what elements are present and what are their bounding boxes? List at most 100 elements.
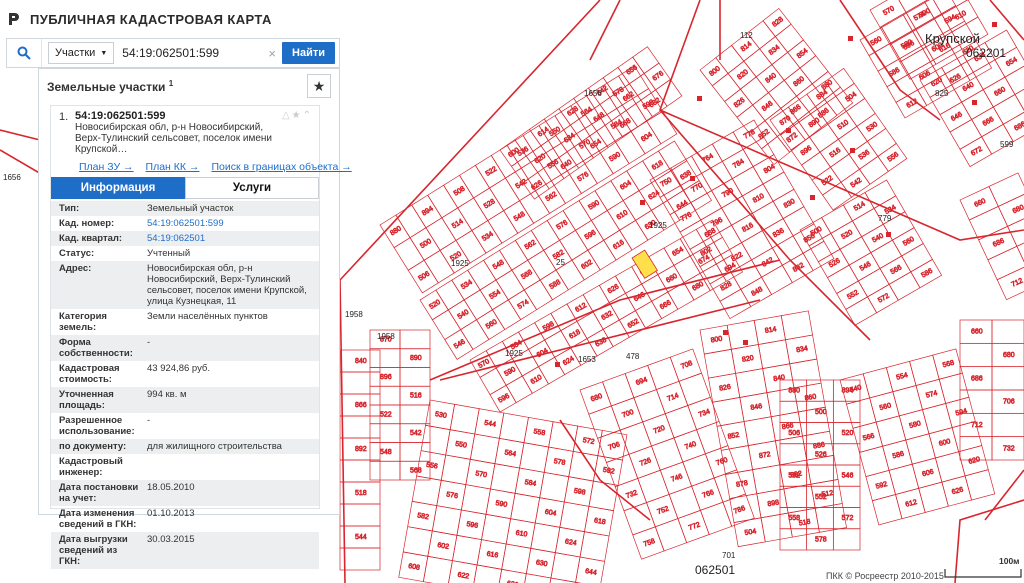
svg-text:624: 624 bbox=[564, 538, 577, 547]
svg-text:870: 870 bbox=[779, 115, 793, 127]
info-key: Тип: bbox=[59, 203, 80, 214]
svg-text:610: 610 bbox=[954, 10, 968, 22]
tab-services[interactable]: Услуги bbox=[185, 177, 319, 199]
svg-text:890: 890 bbox=[808, 117, 822, 129]
svg-text:886: 886 bbox=[813, 442, 826, 451]
star-icon[interactable]: ★ bbox=[307, 74, 331, 98]
info-row: Категория земель: Земли населённых пункто… bbox=[51, 309, 319, 335]
tab-info[interactable]: Информация bbox=[51, 177, 185, 199]
link-plan-zu[interactable]: План ЗУ → bbox=[79, 161, 134, 173]
search-bar: Участки ▼ 54:19:062501:599 × Найти bbox=[6, 38, 340, 68]
info-value: Земельный участок bbox=[147, 203, 234, 214]
svg-text:540: 540 bbox=[871, 232, 885, 244]
svg-text:590: 590 bbox=[503, 366, 517, 378]
svg-text:500: 500 bbox=[810, 226, 824, 238]
svg-text:520: 520 bbox=[842, 430, 854, 437]
svg-text:500: 500 bbox=[815, 409, 827, 416]
svg-text:816: 816 bbox=[741, 222, 755, 234]
search-input[interactable]: 54:19:062501:599 bbox=[122, 43, 268, 63]
svg-text:760: 760 bbox=[715, 457, 728, 468]
svg-text:686: 686 bbox=[971, 375, 983, 382]
info-table: Тип: Земельный участок Кад. номер: 54:19:06… bbox=[51, 201, 319, 569]
card-actions-icon[interactable]: △★⌃ bbox=[282, 110, 313, 121]
svg-text:598: 598 bbox=[573, 488, 586, 497]
svg-text:608: 608 bbox=[408, 563, 421, 572]
svg-text:840: 840 bbox=[773, 374, 786, 383]
result-address: Новосибирская обл, р-н Новосибирский, Ве… bbox=[75, 122, 273, 155]
svg-text:520: 520 bbox=[840, 229, 854, 241]
svg-text:600: 600 bbox=[938, 438, 951, 448]
info-value: 30.03.2015 bbox=[147, 534, 195, 545]
link-search-bounds[interactable]: Поиск в границах объекта → bbox=[211, 161, 351, 173]
svg-text:590: 590 bbox=[608, 151, 622, 163]
svg-text:826: 826 bbox=[719, 384, 732, 393]
svg-text:612: 612 bbox=[905, 499, 918, 509]
svg-text:654: 654 bbox=[589, 138, 603, 150]
svg-text:616: 616 bbox=[612, 239, 626, 251]
info-key: Дата выгрузки сведений из ГКН: bbox=[59, 534, 128, 567]
info-key: Форма собственности: bbox=[59, 337, 133, 359]
svg-text:570: 570 bbox=[882, 5, 896, 17]
svg-text:828: 828 bbox=[720, 281, 734, 293]
svg-text:746: 746 bbox=[670, 473, 683, 484]
svg-text:706: 706 bbox=[608, 441, 621, 452]
svg-text:504: 504 bbox=[744, 528, 757, 537]
svg-text:584: 584 bbox=[524, 479, 537, 488]
svg-text:734: 734 bbox=[698, 408, 711, 419]
info-value[interactable]: 54:19:062501:599 bbox=[139, 218, 319, 229]
svg-text:500: 500 bbox=[419, 238, 433, 250]
svg-text:686: 686 bbox=[992, 237, 1006, 248]
svg-text:540: 540 bbox=[849, 384, 862, 394]
svg-text:672: 672 bbox=[970, 146, 984, 158]
chevron-down-icon: ▼ bbox=[100, 49, 108, 57]
info-row: Разрешенное использование: - bbox=[51, 413, 319, 439]
svg-text:570: 570 bbox=[475, 470, 488, 479]
svg-text:840: 840 bbox=[355, 358, 367, 365]
svg-text:566: 566 bbox=[890, 264, 904, 276]
scale-label: 100м bbox=[999, 556, 1020, 566]
svg-text:848: 848 bbox=[750, 286, 764, 298]
svg-text:560: 560 bbox=[485, 318, 499, 330]
svg-text:568: 568 bbox=[520, 269, 534, 281]
scope-select[interactable]: Участки ▼ bbox=[48, 42, 115, 64]
find-button[interactable]: Найти bbox=[282, 42, 335, 64]
svg-text:712: 712 bbox=[1011, 277, 1024, 288]
svg-text:820: 820 bbox=[736, 69, 750, 82]
svg-text:526: 526 bbox=[828, 257, 842, 269]
svg-text:544: 544 bbox=[355, 534, 367, 541]
svg-text:522: 522 bbox=[485, 166, 499, 178]
svg-text:548: 548 bbox=[513, 211, 527, 223]
svg-text:660: 660 bbox=[993, 86, 1007, 98]
svg-text:778: 778 bbox=[743, 129, 757, 141]
info-key: Кадастровый инженер: bbox=[59, 456, 123, 478]
link-plan-kk[interactable]: План КК → bbox=[146, 161, 200, 173]
svg-text:618: 618 bbox=[568, 329, 582, 341]
info-row: Кадастровая стоимость: 43 924,86 руб. bbox=[51, 361, 319, 387]
svg-text:562: 562 bbox=[524, 239, 538, 251]
search-icon[interactable] bbox=[7, 39, 42, 67]
info-row: Адрес: Новосибирская обл, р-н Новосибирск… bbox=[51, 261, 319, 309]
parcel-label: 1656 bbox=[3, 173, 21, 182]
result-card[interactable]: 1. 54:19:062501:599 Новосибирская обл, р… bbox=[50, 105, 352, 569]
svg-text:574: 574 bbox=[925, 390, 938, 400]
svg-text:530: 530 bbox=[865, 121, 879, 133]
svg-text:560: 560 bbox=[902, 236, 916, 248]
svg-text:784: 784 bbox=[732, 158, 746, 170]
info-row: Дата изменения сведений в ГКН: 01.10.2013 bbox=[51, 506, 319, 532]
svg-text:648: 648 bbox=[592, 111, 606, 123]
svg-text:606: 606 bbox=[921, 468, 934, 478]
svg-text:594: 594 bbox=[955, 408, 968, 418]
svg-text:506: 506 bbox=[417, 270, 431, 282]
info-value: - bbox=[147, 337, 151, 348]
svg-text:534: 534 bbox=[481, 231, 495, 243]
svg-text:886: 886 bbox=[817, 107, 831, 120]
svg-text:564: 564 bbox=[580, 106, 594, 118]
info-row: Кад. номер: 54:19:062501:599 bbox=[51, 216, 319, 231]
svg-text:758: 758 bbox=[643, 538, 656, 549]
svg-text:750: 750 bbox=[660, 177, 674, 189]
info-value[interactable]: 54:19:062501 bbox=[139, 233, 319, 244]
close-icon[interactable]: × bbox=[268, 46, 276, 61]
svg-text:562: 562 bbox=[545, 191, 559, 203]
result-number[interactable]: 54:19:062501:599 bbox=[75, 110, 313, 122]
svg-text:514: 514 bbox=[853, 201, 867, 213]
